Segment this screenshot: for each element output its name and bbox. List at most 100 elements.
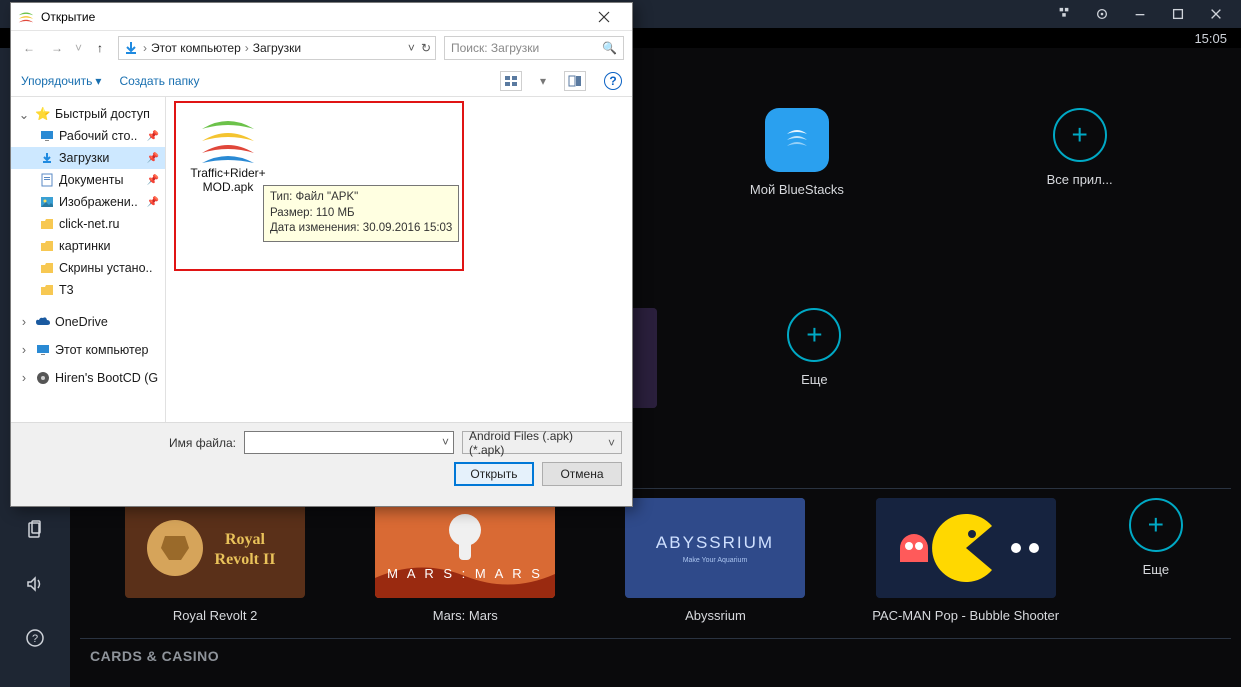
downloads-icon bbox=[39, 150, 55, 166]
folder-icon bbox=[39, 260, 55, 276]
plus-icon: + bbox=[787, 308, 841, 362]
maximize-button[interactable] bbox=[1159, 0, 1197, 28]
tree-quick-access[interactable]: ⌄⭐Быстрый доступ bbox=[11, 103, 165, 125]
file-item-apk[interactable]: Traffic+Rider+MOD.apk bbox=[186, 111, 270, 195]
app-label: Royal Revolt 2 bbox=[173, 608, 258, 623]
pin-icon: 📌 bbox=[147, 153, 159, 164]
app-icon-bluestacks[interactable]: Мой BlueStacks bbox=[687, 108, 907, 197]
app-tile-mars[interactable]: M A R S : M A R S Mars: Mars bbox=[355, 498, 575, 623]
downloads-icon bbox=[123, 40, 139, 56]
tree-item-kartinki[interactable]: картинки bbox=[11, 235, 165, 257]
tree-hirens[interactable]: ›Hiren's BootCD (G bbox=[11, 367, 165, 389]
bluestacks-file-icon bbox=[196, 111, 260, 167]
pin-icon: 📌 bbox=[147, 197, 159, 208]
chevron-down-icon: ˅ bbox=[608, 436, 615, 450]
settings-icon[interactable] bbox=[1083, 0, 1121, 28]
app-tile-abyssrium[interactable]: ABYSSRIUMMake Your Aquarium Abyssrium bbox=[605, 498, 825, 623]
search-icon: 🔍 bbox=[602, 41, 617, 55]
app-tile-pacman[interactable]: PAC-MAN Pop - Bubble Shooter bbox=[856, 498, 1076, 623]
computer-icon bbox=[35, 342, 51, 358]
file-tooltip: Тип: Файл "APK" Размер: 110 МБ Дата изме… bbox=[263, 185, 459, 242]
cancel-button[interactable]: Отмена bbox=[542, 462, 622, 486]
all-apps-button[interactable]: + Все прил... bbox=[970, 108, 1190, 187]
svg-text:ABYSSRIUM: ABYSSRIUM bbox=[656, 533, 774, 552]
open-button[interactable]: Открыть bbox=[454, 462, 534, 486]
nav-back-button[interactable]: ← bbox=[19, 41, 39, 55]
file-name-label: Traffic+Rider+MOD.apk bbox=[186, 167, 270, 195]
plus-icon: + bbox=[1129, 498, 1183, 552]
search-input[interactable]: Поиск: Загрузки 🔍 bbox=[444, 36, 624, 60]
tree-item-t3[interactable]: Т3 bbox=[11, 279, 165, 301]
all-apps-label: Все прил... bbox=[1047, 172, 1113, 187]
nav-forward-button: → bbox=[47, 41, 67, 55]
breadcrumb-downloads[interactable]: Загрузки bbox=[253, 41, 301, 55]
view-mode-button[interactable] bbox=[500, 71, 522, 91]
divider bbox=[80, 638, 1231, 639]
section-header-cards: CARDS & CASINO bbox=[90, 648, 219, 664]
help-icon[interactable]: ? bbox=[23, 626, 47, 650]
address-bar[interactable]: › Этот компьютер › Загрузки ˅ ↻ bbox=[118, 36, 436, 60]
tree-item-desktop[interactable]: Рабочий сто..📌 bbox=[11, 125, 165, 147]
dialog-body: ⌄⭐Быстрый доступ Рабочий сто..📌 Загрузки… bbox=[11, 97, 632, 422]
more-label: Еще bbox=[1143, 562, 1169, 577]
nav-dropdown[interactable]: ˅ bbox=[75, 41, 82, 55]
more-button[interactable]: + Еще bbox=[754, 308, 874, 387]
svg-text:Royal: Royal bbox=[225, 531, 266, 548]
app-tile-royalrevolt[interactable]: Royal Revolt II Royal Revolt 2 bbox=[105, 498, 325, 623]
filetype-dropdown[interactable]: Android Files (.apk) (*.apk) ˅ bbox=[462, 431, 622, 454]
svg-text:M A R S : M A R S: M A R S : M A R S bbox=[387, 566, 543, 581]
filename-input[interactable]: ˅ bbox=[244, 431, 454, 454]
pictures-icon bbox=[39, 194, 55, 210]
chevron-down-icon[interactable]: ˅ bbox=[442, 435, 449, 449]
layout-icon[interactable] bbox=[1045, 0, 1083, 28]
plus-icon: + bbox=[1053, 108, 1107, 162]
pin-icon: 📌 bbox=[147, 175, 159, 186]
tooltip-size: Размер: 110 МБ bbox=[270, 206, 452, 222]
pin-icon: 📌 bbox=[147, 131, 159, 142]
file-list-pane[interactable]: Traffic+Rider+MOD.apk Тип: Файл "APK" Ра… bbox=[166, 97, 632, 422]
organize-menu[interactable]: Упорядочить ▾ bbox=[21, 74, 101, 88]
search-placeholder: Поиск: Загрузки bbox=[451, 41, 539, 55]
tooltip-date: Дата изменения: 30.09.2016 15:03 bbox=[270, 221, 452, 237]
tree-item-clicknet[interactable]: click-net.ru bbox=[11, 213, 165, 235]
clock: 15:05 bbox=[1194, 31, 1227, 46]
app-row: Royal Revolt II Royal Revolt 2 M A R S : … bbox=[90, 498, 1221, 623]
new-folder-button[interactable]: Создать папку bbox=[119, 74, 199, 88]
tree-item-screenshots[interactable]: Скрины устано.. bbox=[11, 257, 165, 279]
dialog-titlebar: Открытие bbox=[11, 3, 632, 31]
tree-item-documents[interactable]: Документы📌 bbox=[11, 169, 165, 191]
disc-icon bbox=[35, 370, 51, 386]
dialog-command-toolbar: Упорядочить ▾ Создать папку ▾ ? bbox=[11, 65, 632, 97]
help-button[interactable]: ? bbox=[604, 72, 622, 90]
preview-pane-button[interactable] bbox=[564, 71, 586, 91]
dialog-title: Открытие bbox=[41, 10, 95, 24]
refresh-icon[interactable]: ↻ bbox=[421, 41, 431, 55]
tree-this-pc[interactable]: ›Этот компьютер bbox=[11, 339, 165, 361]
filetype-label: Android Files (.apk) (*.apk) bbox=[469, 429, 608, 457]
svg-text:Revolt II: Revolt II bbox=[215, 551, 276, 568]
file-open-dialog: Открытие ← → ˅ ↑ › Этот компьютер › Загр… bbox=[10, 2, 633, 507]
app-label: Abyssrium bbox=[685, 608, 746, 623]
folder-tree[interactable]: ⌄⭐Быстрый доступ Рабочий сто..📌 Загрузки… bbox=[11, 97, 166, 422]
close-button[interactable] bbox=[1197, 0, 1235, 28]
dialog-close-button[interactable] bbox=[582, 4, 626, 30]
volume-icon[interactable] bbox=[23, 572, 47, 596]
desktop-icon bbox=[39, 128, 55, 144]
minimize-button[interactable] bbox=[1121, 0, 1159, 28]
app-label: Mars: Mars bbox=[433, 608, 498, 623]
tree-item-downloads[interactable]: Загрузки📌 bbox=[11, 147, 165, 169]
documents-icon bbox=[39, 172, 55, 188]
app-label: Мой BlueStacks bbox=[750, 182, 844, 197]
dialog-nav-toolbar: ← → ˅ ↑ › Этот компьютер › Загрузки ˅ ↻ … bbox=[11, 31, 632, 65]
chevron-down-icon[interactable]: ˅ bbox=[408, 41, 415, 55]
chevron-down-icon: ▾ bbox=[95, 74, 101, 88]
nav-up-button[interactable]: ↑ bbox=[90, 41, 110, 55]
tree-item-pictures[interactable]: Изображени..📌 bbox=[11, 191, 165, 213]
clipboard-icon[interactable] bbox=[23, 518, 47, 542]
folder-icon bbox=[39, 282, 55, 298]
folder-icon bbox=[39, 238, 55, 254]
tree-onedrive[interactable]: ›OneDrive bbox=[11, 311, 165, 333]
star-icon: ⭐ bbox=[35, 106, 51, 122]
breadcrumb-this-pc[interactable]: Этот компьютер bbox=[151, 41, 241, 55]
more-button[interactable]: + Еще bbox=[1106, 498, 1206, 577]
